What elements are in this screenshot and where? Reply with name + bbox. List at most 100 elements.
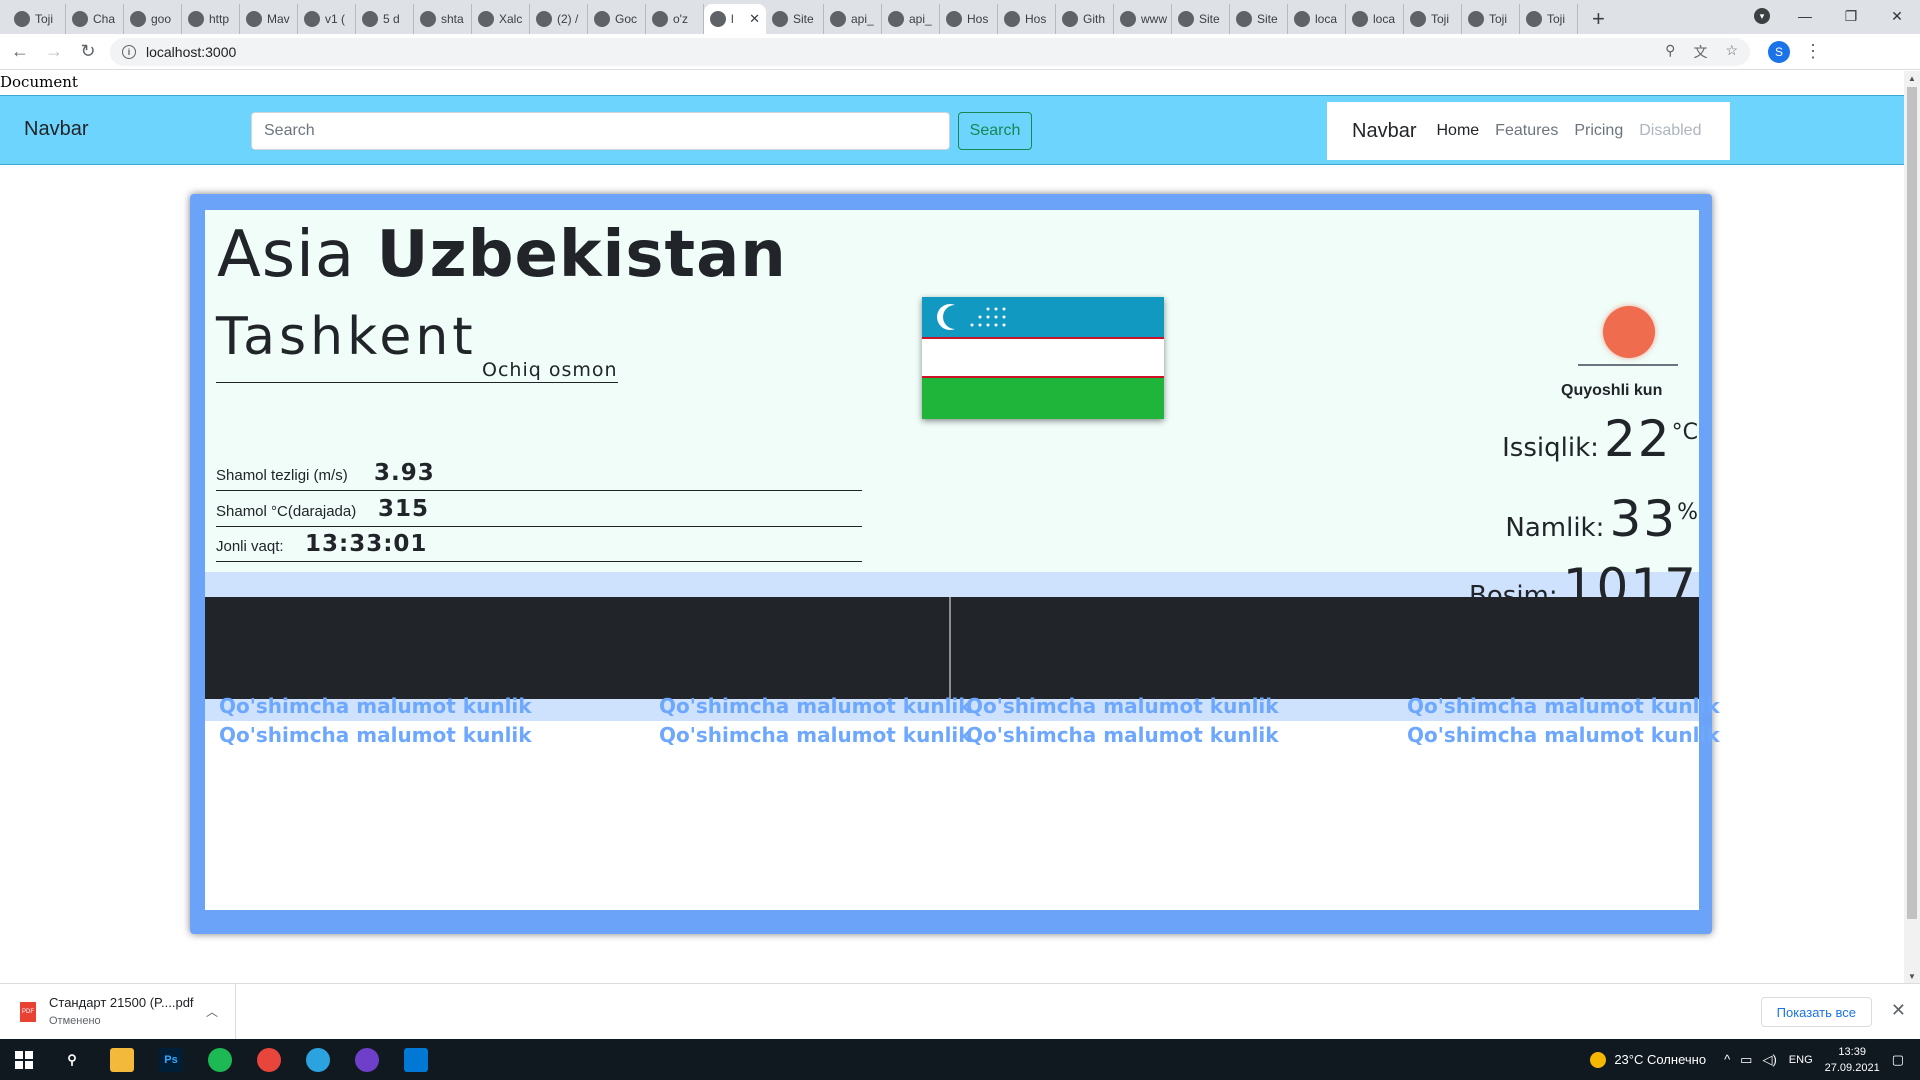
browser-tab[interactable]: www bbox=[1114, 4, 1172, 34]
minimize-icon[interactable]: — bbox=[1782, 0, 1828, 32]
tab-label: Toji bbox=[1431, 12, 1450, 26]
forward-icon[interactable]: → bbox=[40, 38, 68, 66]
search-button[interactable]: Search bbox=[958, 112, 1032, 150]
close-window-icon[interactable]: ✕ bbox=[1874, 0, 1920, 32]
browser-tab[interactable]: Cha bbox=[66, 4, 124, 34]
browser-tab[interactable]: loca bbox=[1288, 4, 1346, 34]
browser-tab[interactable]: Toji bbox=[1462, 4, 1520, 34]
browser-tab[interactable]: Toji bbox=[1404, 4, 1462, 34]
browser-tab[interactable]: v1 ( bbox=[298, 4, 356, 34]
browser-tab[interactable]: l ✕ bbox=[704, 4, 766, 34]
browser-tab[interactable]: Gith bbox=[1056, 4, 1114, 34]
tab-favicon-icon bbox=[1120, 11, 1136, 27]
close-icon[interactable]: ✕ bbox=[1891, 1000, 1906, 1021]
vscode-icon[interactable] bbox=[404, 1048, 428, 1072]
profile-avatar[interactable]: S bbox=[1768, 40, 1790, 63]
top-navbar: Navbar Search Search Navbar Home Feature… bbox=[0, 95, 1904, 165]
tab-favicon-icon bbox=[420, 11, 436, 27]
scroll-down-icon[interactable]: ▼ bbox=[1904, 969, 1920, 983]
pressure-value: 1017 bbox=[1562, 558, 1698, 616]
navbar-brand[interactable]: Navbar bbox=[24, 118, 88, 141]
tab-search-icon[interactable]: ▾ bbox=[1754, 8, 1770, 24]
reload-icon[interactable]: ↻ bbox=[74, 38, 102, 66]
windows-start-icon[interactable] bbox=[12, 1048, 36, 1072]
photoshop-icon[interactable]: Ps bbox=[159, 1048, 183, 1072]
temperature-unit: °C bbox=[1671, 420, 1698, 445]
browser-tab[interactable]: Toji bbox=[8, 4, 66, 34]
browser-tab[interactable]: http bbox=[182, 4, 240, 34]
tab-label: (2) / bbox=[557, 12, 579, 26]
language-indicator[interactable]: ENG bbox=[1789, 1054, 1813, 1066]
info-column: Qo'shimcha malumot kunlik Qo'shimcha mal… bbox=[1407, 692, 1720, 750]
translate-icon[interactable]: 文 bbox=[1693, 42, 1707, 62]
browser-tab[interactable]: Xalc bbox=[472, 4, 530, 34]
scroll-up-icon[interactable]: ▲ bbox=[1904, 71, 1920, 85]
download-file-name: Стандарт 21500 (P....pdf bbox=[49, 995, 194, 1010]
info-column: Qo'shimcha malumot kunlik Qo'shimcha mal… bbox=[219, 692, 532, 750]
file-explorer-icon[interactable] bbox=[110, 1048, 134, 1072]
sky-description: Ochiq osmon bbox=[482, 359, 618, 383]
tab-favicon-icon bbox=[1178, 11, 1194, 27]
sun-icon bbox=[1603, 306, 1655, 358]
spotify-icon[interactable] bbox=[208, 1048, 232, 1072]
show-all-downloads-button[interactable]: Показать все bbox=[1760, 997, 1872, 1027]
secondary-navbar: Navbar Home Features Pricing Disabled bbox=[1327, 102, 1730, 160]
notifications-icon[interactable]: ▢ bbox=[1892, 1052, 1904, 1068]
url-text: localhost:3000 bbox=[146, 43, 237, 60]
site-info-icon[interactable]: i bbox=[122, 44, 136, 59]
secondary-navbar-brand[interactable]: Navbar bbox=[1352, 120, 1416, 143]
back-icon[interactable]: ← bbox=[6, 38, 34, 66]
browser-tab[interactable]: Toji bbox=[1520, 4, 1578, 34]
tab-favicon-icon bbox=[1526, 11, 1542, 27]
clock[interactable]: 13:39 27.09.2021 bbox=[1825, 1044, 1880, 1076]
browser-tab[interactable]: 5 d bbox=[356, 4, 414, 34]
tab-favicon-icon bbox=[888, 11, 904, 27]
page-scrollbar[interactable]: ▲ ▼ bbox=[1904, 71, 1920, 983]
browser-tab[interactable]: api_ bbox=[882, 4, 940, 34]
location-icon[interactable]: ⚲ bbox=[1665, 42, 1675, 62]
nav-link-features[interactable]: Features bbox=[1495, 122, 1558, 140]
browser-tab[interactable]: Mav bbox=[240, 4, 298, 34]
chevron-up-icon[interactable]: ^ bbox=[1724, 1052, 1730, 1067]
tab-label: http bbox=[209, 12, 230, 26]
chevron-up-icon[interactable]: ︿ bbox=[206, 1003, 218, 1020]
telegram-icon[interactable] bbox=[306, 1048, 330, 1072]
nav-link-home[interactable]: Home bbox=[1436, 122, 1479, 140]
bookmark-star-icon[interactable]: ☆ bbox=[1725, 42, 1738, 62]
tab-close-icon[interactable]: ✕ bbox=[749, 11, 760, 27]
temperature-label: Issiqlik: bbox=[1502, 433, 1599, 463]
browser-tab[interactable]: loca bbox=[1346, 4, 1404, 34]
info-column: Qo'shimcha malumot kunlik Qo'shimcha mal… bbox=[659, 692, 972, 750]
browser-tab[interactable]: Goc bbox=[588, 4, 646, 34]
browser-menu-icon[interactable]: ⋮ bbox=[1804, 41, 1822, 62]
search-input[interactable]: Search bbox=[251, 112, 950, 150]
tab-label: l bbox=[731, 12, 734, 26]
volume-icon[interactable]: ◁) bbox=[1762, 1052, 1776, 1068]
github-desktop-icon[interactable] bbox=[355, 1048, 379, 1072]
browser-tab[interactable]: Site bbox=[1172, 4, 1230, 34]
browser-tab[interactable]: Site bbox=[1230, 4, 1288, 34]
sun-underline bbox=[1578, 364, 1678, 366]
chrome-icon[interactable] bbox=[257, 1048, 281, 1072]
restore-icon[interactable]: ❐ bbox=[1828, 0, 1874, 32]
tab-favicon-icon bbox=[246, 11, 262, 27]
browser-tab[interactable]: api_ bbox=[824, 4, 882, 34]
address-bar[interactable]: i localhost:3000 ⚲ 文 ☆ bbox=[110, 37, 1750, 66]
network-icon[interactable]: ▭ bbox=[1740, 1052, 1752, 1068]
browser-tab[interactable]: Hos bbox=[940, 4, 998, 34]
scrollbar-thumb[interactable] bbox=[1907, 87, 1917, 919]
tab-favicon-icon bbox=[362, 11, 378, 27]
weather-sun-icon bbox=[1590, 1051, 1607, 1068]
browser-tab[interactable]: goo bbox=[124, 4, 182, 34]
browser-tab[interactable]: o'z bbox=[646, 4, 704, 34]
browser-tab[interactable]: shta bbox=[414, 4, 472, 34]
browser-tab[interactable]: Hos bbox=[998, 4, 1056, 34]
nav-link-pricing[interactable]: Pricing bbox=[1574, 122, 1623, 140]
download-item[interactable]: PDF Стандарт 21500 (P....pdf Отменено ︿ bbox=[0, 984, 236, 1040]
search-icon[interactable]: ⚲ bbox=[60, 1048, 84, 1072]
new-tab-icon[interactable]: + bbox=[1592, 4, 1605, 34]
info-item: Qo'shimcha malumot kunlik bbox=[219, 723, 532, 747]
tray-weather[interactable]: 23°C Солнечно bbox=[1614, 1052, 1706, 1067]
browser-tab[interactable]: Site bbox=[766, 4, 824, 34]
browser-tab[interactable]: (2) / bbox=[530, 4, 588, 34]
